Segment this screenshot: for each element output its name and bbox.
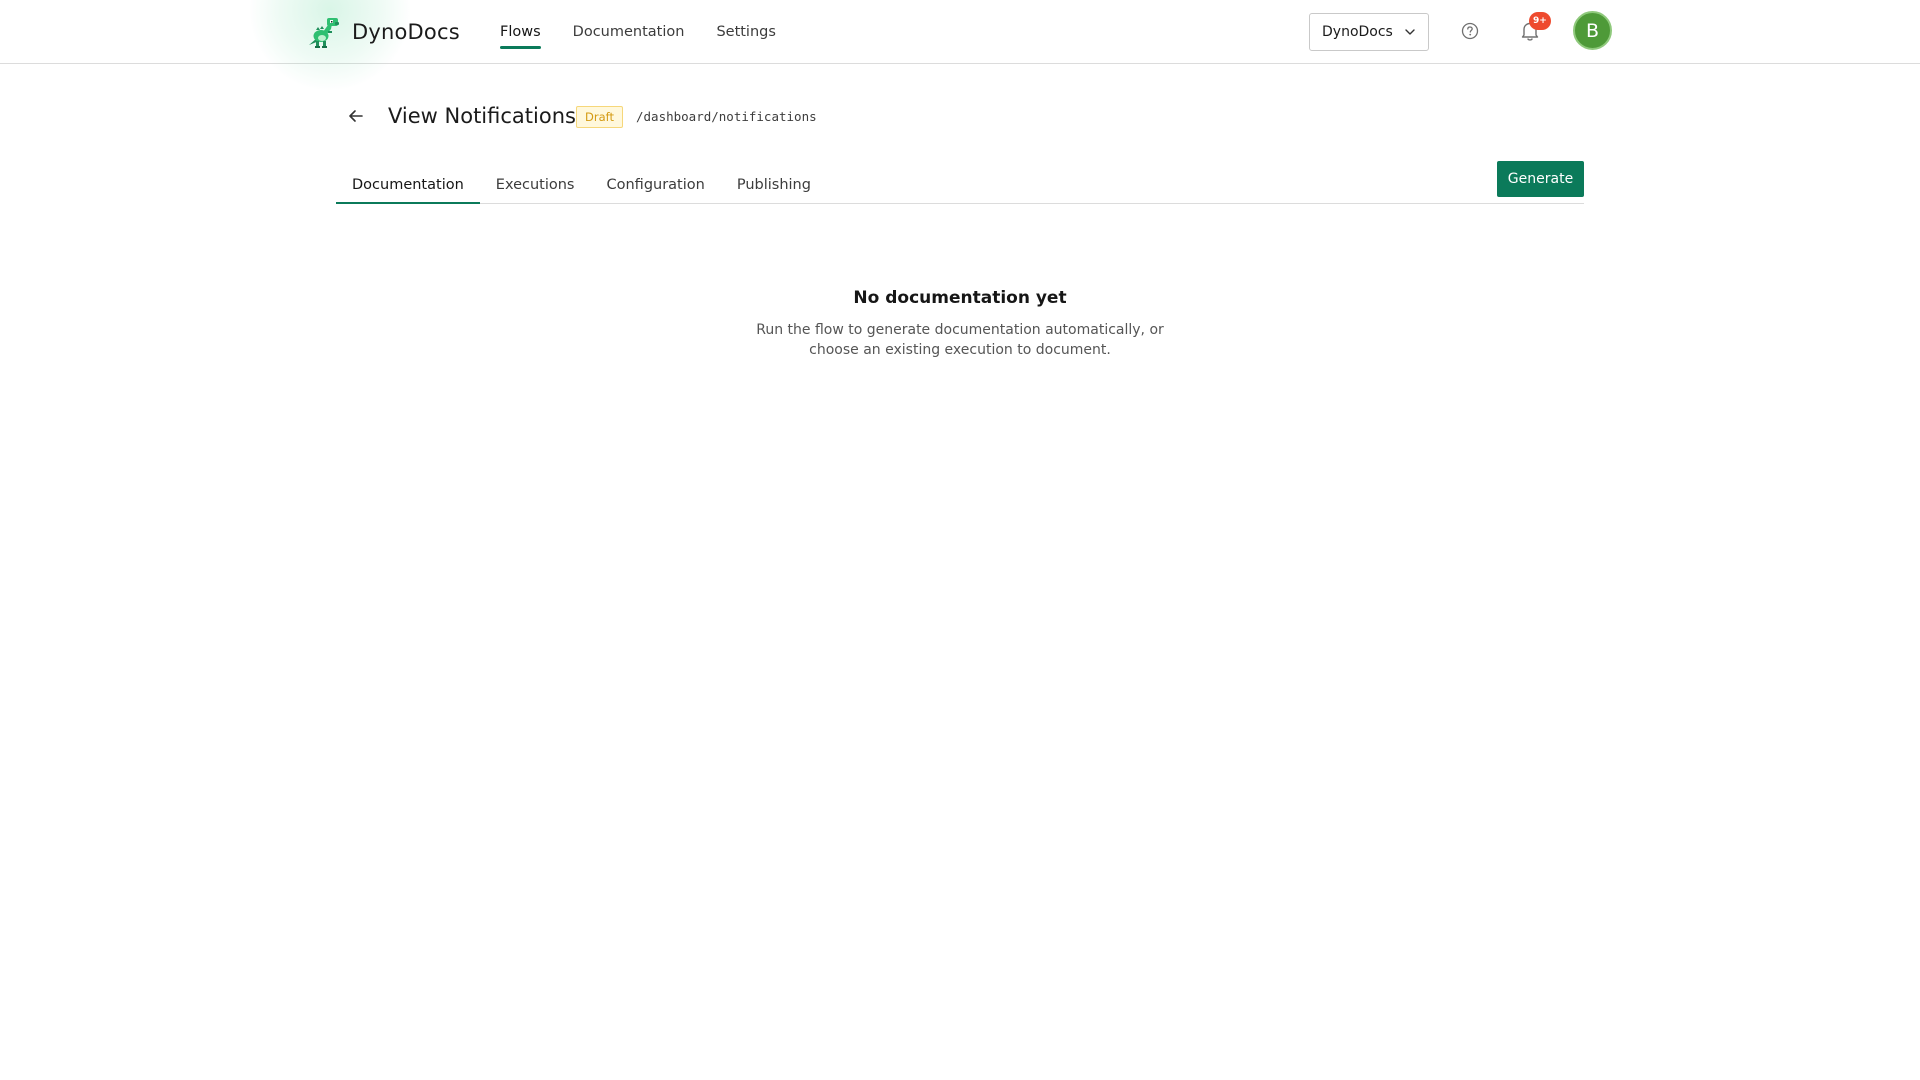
nav-item-flows[interactable]: Flows <box>500 18 541 49</box>
user-avatar[interactable]: B <box>1573 11 1612 50</box>
page-title: View Notifications <box>388 104 576 128</box>
generate-button[interactable]: Generate <box>1497 161 1584 197</box>
empty-state-text: Run the flow to generate documentation a… <box>756 322 1164 358</box>
org-selector[interactable]: DynoDocs <box>1309 13 1429 51</box>
org-selector-value: DynoDocs <box>1322 24 1393 40</box>
tab-documentation[interactable]: Documentation <box>336 167 480 204</box>
help-button[interactable] <box>1459 20 1481 42</box>
notification-count-badge: 9+ <box>1529 12 1551 30</box>
status-badge: Draft <box>576 106 623 128</box>
top-header: DynoDocs Flows Documentation Settings Dy… <box>0 0 1920 90</box>
arrow-left-icon <box>349 110 363 122</box>
chevron-down-icon <box>1405 29 1415 35</box>
empty-state: No documentation yet Run the flow to gen… <box>700 286 1220 360</box>
route-path: /dashboard/notifications <box>636 109 817 124</box>
nav-item-settings[interactable]: Settings <box>716 18 775 46</box>
dino-logo-icon <box>309 18 339 48</box>
tab-publishing[interactable]: Publishing <box>721 167 827 203</box>
question-circle-icon <box>1461 22 1479 40</box>
empty-state-title: No documentation yet <box>853 288 1067 308</box>
tab-configuration[interactable]: Configuration <box>591 167 721 203</box>
tab-executions[interactable]: Executions <box>480 167 591 203</box>
back-button[interactable] <box>344 104 368 128</box>
nav-item-documentation[interactable]: Documentation <box>573 18 685 46</box>
tab-bar: Documentation Executions Configuration P… <box>336 168 1584 204</box>
main-nav: Flows Documentation Settings <box>500 0 776 64</box>
brand-home-link[interactable]: DynoDocs <box>306 14 460 50</box>
brand-name: DynoDocs <box>352 20 460 44</box>
